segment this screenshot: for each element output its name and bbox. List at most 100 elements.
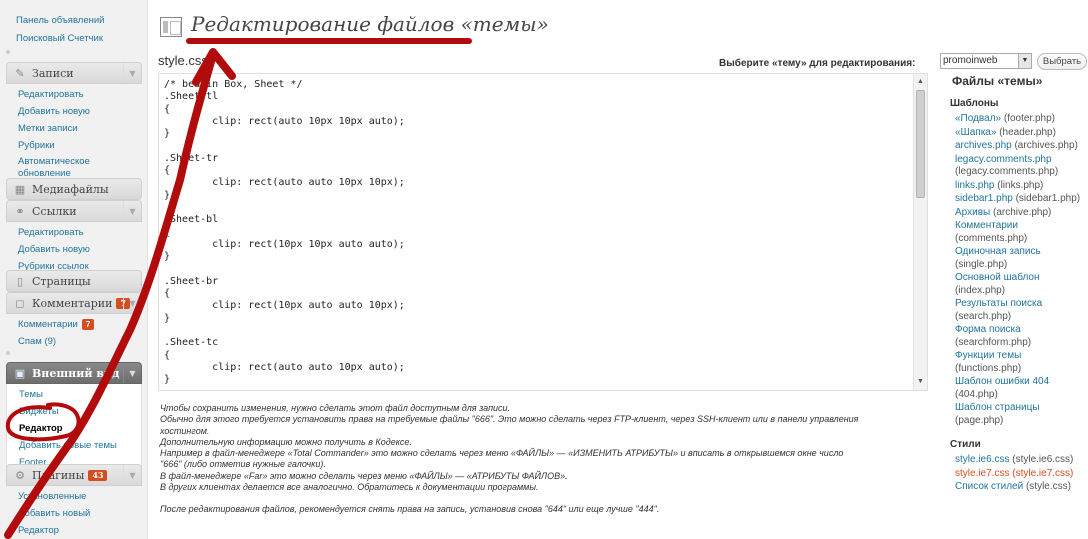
- theme-file-link[interactable]: Комментарии: [955, 220, 1018, 231]
- select-theme-button[interactable]: Выбрать: [1037, 53, 1087, 70]
- theme-file-item[interactable]: Функции темы (functions.php): [950, 350, 1088, 375]
- theme-file-link[interactable]: Список стилей: [955, 481, 1023, 492]
- scrollbar-thumb[interactable]: [916, 90, 925, 198]
- code-content[interactable]: /* beatin Box, Sheet */ .Sheet-tl { clip…: [164, 79, 405, 386]
- theme-file-link[interactable]: «Шапка»: [955, 127, 996, 138]
- menu-plugins-head[interactable]: ⚙ Плагины 43 ▼: [6, 464, 142, 486]
- theme-file-filename: (footer.php): [1001, 113, 1056, 124]
- sidebar-item-search-counter[interactable]: Поисковый Счетчик: [16, 30, 104, 48]
- theme-file-item[interactable]: sidebar1.php (sidebar1.php): [950, 193, 1088, 206]
- scroll-up-arrow-icon[interactable]: ▲: [914, 76, 927, 88]
- submenu-item-add-link[interactable]: Добавить новую: [18, 241, 142, 258]
- theme-file-link[interactable]: Результаты поиска: [955, 298, 1042, 309]
- menu-appearance-title: Внешний вид: [32, 366, 120, 380]
- theme-file-item[interactable]: Шаблон ошибки 404 (404.php): [950, 376, 1088, 401]
- theme-file-item[interactable]: Форма поиска (searchform.php): [950, 324, 1088, 349]
- theme-file-link[interactable]: style.ie6.css: [955, 454, 1009, 465]
- theme-file-link[interactable]: Архивы: [955, 207, 990, 218]
- theme-file-item[interactable]: Шаблон страницы (page.php): [950, 402, 1088, 427]
- sidebar-item-dashboard-news[interactable]: Панель объявлений: [16, 12, 104, 30]
- menu-posts-title: Записи: [32, 66, 74, 80]
- page-icon: ▯: [16, 274, 24, 288]
- menu-comments-head[interactable]: ◻ Комментарии 7 ▼: [6, 292, 142, 314]
- submenu-item-spam[interactable]: Спам (9): [18, 333, 142, 350]
- menu-plugins-title: Плагины: [32, 468, 85, 482]
- menu-links-head[interactable]: ⚭ Ссылки ▼: [6, 200, 142, 222]
- theme-file-item[interactable]: Архивы (archive.php): [950, 207, 1088, 220]
- theme-file-link[interactable]: legacy.comments.php: [955, 154, 1052, 165]
- sidebar-top-links: Панель объявлений Поисковый Счетчик: [16, 12, 104, 48]
- theme-file-link[interactable]: Шаблон страницы: [955, 402, 1040, 413]
- theme-file-link[interactable]: Форма поиска: [955, 324, 1021, 335]
- submenu-item-installed-plugins[interactable]: Установленные: [18, 488, 142, 505]
- menu-pages-head[interactable]: ▯ Страницы: [6, 270, 142, 292]
- notice-line: В файл-менеджере «Far» это можно сделать…: [160, 470, 568, 481]
- chevron-down-icon[interactable]: ▼: [123, 201, 141, 221]
- submenu-item-add-themes[interactable]: Добавить новые темы: [19, 437, 141, 454]
- theme-file-item[interactable]: «Подвал» (footer.php): [950, 113, 1088, 126]
- theme-file-filename: (style.ie7.css): [1009, 467, 1074, 479]
- theme-file-item[interactable]: Комментарии (comments.php): [950, 220, 1088, 245]
- menu-media-head[interactable]: ▦ Медиафайлы: [6, 178, 142, 200]
- chevron-down-icon[interactable]: ▼: [123, 465, 141, 485]
- code-line: clip: rect(auto auto 10px auto);: [164, 361, 405, 373]
- theme-file-link[interactable]: sidebar1.php: [955, 193, 1013, 204]
- theme-file-item[interactable]: Основной шаблон (index.php): [950, 272, 1088, 297]
- submenu-item-post-tags[interactable]: Метки записи: [18, 120, 142, 137]
- theme-file-item[interactable]: style.ie7.css (style.ie7.css): [950, 468, 1088, 481]
- theme-file-item[interactable]: links.php (links.php): [950, 180, 1088, 193]
- submenu-item-categories[interactable]: Рубрики: [18, 137, 142, 154]
- code-line: .Sheet-br: [164, 275, 219, 287]
- theme-select[interactable]: promoinweb ▼: [940, 53, 1032, 69]
- code-line: clip: rect(auto 10px 10px auto);: [164, 115, 405, 127]
- theme-file-item[interactable]: Список стилей (style.css): [950, 481, 1088, 494]
- code-editor[interactable]: /* beatin Box, Sheet */ .Sheet-tl { clip…: [158, 73, 928, 391]
- theme-file-link[interactable]: Функции темы: [955, 350, 1021, 361]
- menu-media-title: Медиафайлы: [32, 182, 109, 196]
- submenu-item-widgets[interactable]: Виджеты: [19, 403, 141, 420]
- editor-scrollbar[interactable]: ▲ ▼: [913, 74, 927, 390]
- theme-file-filename: (links.php): [994, 179, 1044, 191]
- theme-file-item[interactable]: style.ie6.css (style.ie6.css): [950, 454, 1088, 467]
- scroll-down-arrow-icon[interactable]: ▼: [914, 376, 927, 388]
- theme-file-link[interactable]: Основной шаблон: [955, 272, 1040, 283]
- menu-posts-head[interactable]: ✎ Записи ▼: [6, 62, 142, 84]
- chevron-down-icon[interactable]: ▼: [123, 63, 141, 83]
- submenu-item-add-plugin[interactable]: Добавить новый: [18, 505, 142, 522]
- code-line: /* beatin Box, Sheet */: [164, 79, 303, 90]
- submenu-item-auto-update[interactable]: Автоматическое обновление: [18, 154, 142, 180]
- permissions-notice: Чтобы сохранить изменения, нужно сделать…: [160, 403, 920, 516]
- submenu-item-plugin-editor[interactable]: Редактор: [18, 522, 142, 539]
- submenu-item-edit-links[interactable]: Редактировать: [18, 224, 142, 241]
- chevron-down-icon[interactable]: ▼: [123, 363, 141, 383]
- menu-appearance-head[interactable]: ▣ Внешний вид ▼: [6, 362, 142, 384]
- submenu-item-editor[interactable]: Редактор: [7, 420, 141, 437]
- theme-file-filename: (searchform.php): [955, 336, 1032, 348]
- theme-file-item[interactable]: archives.php (archives.php): [950, 140, 1088, 153]
- theme-file-item[interactable]: Результаты поиска (search.php): [950, 298, 1088, 323]
- chevron-down-icon[interactable]: ▼: [123, 293, 141, 313]
- theme-file-item[interactable]: Одиночная запись (single.php): [950, 246, 1088, 271]
- code-line: clip: rect(10px 10px auto auto);: [164, 238, 405, 250]
- theme-file-item[interactable]: «Шапка» (header.php): [950, 127, 1088, 140]
- theme-file-link[interactable]: Шаблон ошибки 404: [955, 376, 1049, 387]
- menu-pages: ▯ Страницы: [6, 270, 142, 292]
- dropdown-arrow-icon[interactable]: ▼: [1018, 54, 1031, 68]
- menu-plugins-submenu: Установленные Добавить новый Редактор: [6, 486, 142, 539]
- submenu-item-comments[interactable]: Комментарии 7: [18, 316, 142, 333]
- submenu-item-themes[interactable]: Темы: [19, 386, 141, 403]
- appearance-icon: ▣: [14, 366, 26, 380]
- menu-comments-title: Комментарии: [32, 296, 113, 310]
- theme-file-item[interactable]: legacy.comments.php (legacy.comments.php…: [950, 154, 1088, 179]
- theme-file-link[interactable]: «Подвал»: [955, 113, 1001, 124]
- theme-file-link[interactable]: Одиночная запись: [955, 246, 1041, 257]
- submenu-item-edit-posts[interactable]: Редактировать: [18, 86, 142, 103]
- link-icon: ⚭: [15, 204, 25, 218]
- code-line: {: [164, 103, 171, 115]
- theme-file-link[interactable]: archives.php: [955, 140, 1012, 151]
- menu-posts: ✎ Записи ▼ Редактировать Добавить новую …: [6, 62, 142, 184]
- theme-file-link[interactable]: style.ie7.css: [955, 468, 1009, 479]
- submenu-item-add-post[interactable]: Добавить новую: [18, 103, 142, 120]
- theme-file-link[interactable]: links.php: [955, 180, 994, 191]
